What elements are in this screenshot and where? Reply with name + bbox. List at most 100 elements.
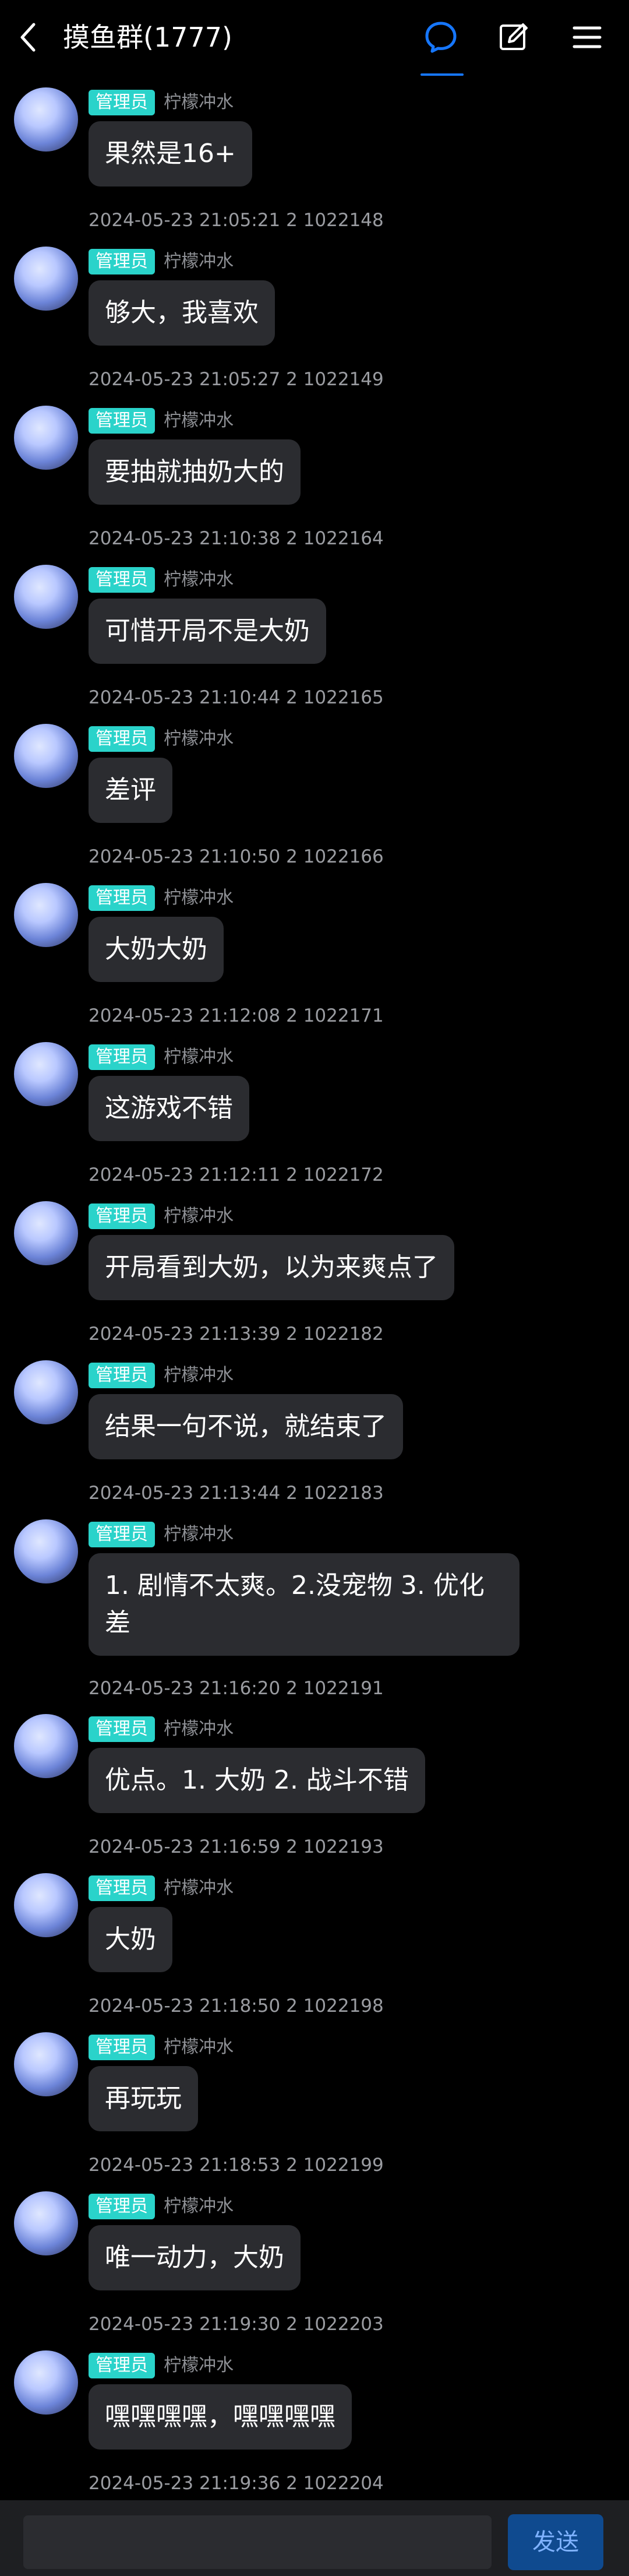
admin-badge: 管理员: [89, 1522, 155, 1547]
chat-bubble-icon[interactable]: [423, 20, 458, 55]
top-bar: 摸鱼群(1777): [0, 0, 629, 76]
message-bubble[interactable]: 开局看到大奶，以为来爽点了: [89, 1235, 454, 1300]
nickname[interactable]: 柠檬冲水: [164, 885, 234, 911]
admin-badge: 管理员: [89, 1875, 155, 1901]
message-timestamp: 2024-05-23 21:10:50 2 1022166: [89, 846, 384, 867]
message-meta: 管理员 柠檬冲水: [89, 1716, 234, 1743]
message-timestamp: 2024-05-23 21:18:50 2 1022198: [89, 1996, 384, 2017]
nickname[interactable]: 柠檬冲水: [164, 2035, 234, 2060]
message-timestamp: 2024-05-23 21:19:36 2 1022204: [89, 2473, 384, 2494]
avatar[interactable]: [14, 2032, 78, 2096]
message-timestamp: 2024-05-23 21:10:44 2 1022165: [89, 687, 384, 708]
admin-badge: 管理员: [89, 408, 155, 434]
edit-icon[interactable]: [496, 20, 531, 55]
message-bubble[interactable]: 1. 剧情不太爽。2.没宠物 3. 优化 差: [89, 1553, 520, 1656]
message-bubble[interactable]: 再玩玩: [89, 2066, 198, 2131]
message-timestamp: 2024-05-23 21:05:21 2 1022148: [89, 210, 384, 231]
nickname[interactable]: 柠檬冲水: [164, 408, 234, 434]
message-timestamp: 2024-05-23 21:12:11 2 1022172: [89, 1164, 384, 1185]
admin-badge: 管理员: [89, 2353, 155, 2378]
nickname[interactable]: 柠檬冲水: [164, 1203, 234, 1229]
message-timestamp: 2024-05-23 21:05:27 2 1022149: [89, 369, 384, 390]
admin-badge: 管理员: [89, 249, 155, 275]
message-timestamp: 2024-05-23 21:12:08 2 1022171: [89, 1005, 384, 1026]
avatar[interactable]: [14, 1714, 78, 1778]
avatar[interactable]: [14, 1519, 78, 1583]
message-bubble[interactable]: 够大，我喜欢: [89, 280, 275, 346]
admin-badge: 管理员: [89, 2194, 155, 2219]
composer-bar: 发送: [0, 2500, 629, 2576]
nickname[interactable]: 柠檬冲水: [164, 1875, 234, 1901]
message-bubble[interactable]: 这游戏不错: [89, 1076, 249, 1141]
nickname[interactable]: 柠檬冲水: [164, 1044, 234, 1070]
nickname[interactable]: 柠檬冲水: [164, 1716, 234, 1742]
message-meta: 管理员 柠檬冲水: [89, 885, 234, 912]
message-meta: 管理员 柠檬冲水: [89, 726, 234, 753]
message-timestamp: 2024-05-23 21:13:44 2 1022183: [89, 1483, 384, 1504]
message-timestamp: 2024-05-23 21:16:20 2 1022191: [89, 1678, 384, 1699]
admin-badge: 管理员: [89, 1363, 155, 1388]
message-bubble[interactable]: 优点。1. 大奶 2. 战斗不错: [89, 1748, 425, 1813]
avatar[interactable]: [14, 565, 78, 629]
avatar[interactable]: [14, 1201, 78, 1265]
nickname[interactable]: 柠檬冲水: [164, 1522, 234, 1547]
message-timestamp: 2024-05-23 21:19:30 2 1022203: [89, 2314, 384, 2335]
admin-badge: 管理员: [89, 726, 155, 752]
back-icon[interactable]: [17, 21, 41, 54]
admin-badge: 管理员: [89, 1716, 155, 1742]
nickname[interactable]: 柠檬冲水: [164, 1363, 234, 1388]
message-bubble[interactable]: 嘿嘿嘿嘿，嘿嘿嘿嘿: [89, 2384, 352, 2450]
message-timestamp: 2024-05-23 21:13:39 2 1022182: [89, 1324, 384, 1345]
message-list[interactable]: 管理员 柠檬冲水 果然是16+ 2024-05-23 21:05:21 2 10…: [0, 76, 629, 2500]
message-bubble[interactable]: 结果一句不说，就结束了: [89, 1394, 403, 1459]
nickname[interactable]: 柠檬冲水: [164, 567, 234, 593]
message-bubble[interactable]: 大奶大奶: [89, 917, 224, 982]
avatar[interactable]: [14, 2191, 78, 2255]
message-meta: 管理员 柠檬冲水: [89, 1044, 234, 1071]
nickname[interactable]: 柠檬冲水: [164, 2353, 234, 2378]
avatar[interactable]: [14, 87, 78, 152]
admin-badge: 管理员: [89, 1044, 155, 1070]
message-bubble[interactable]: 差评: [89, 758, 172, 823]
message-meta: 管理员 柠檬冲水: [89, 1875, 234, 1902]
message-meta: 管理员 柠檬冲水: [89, 1203, 234, 1230]
message-meta: 管理员 柠檬冲水: [89, 1522, 234, 1549]
nickname[interactable]: 柠檬冲水: [164, 726, 234, 752]
admin-badge: 管理员: [89, 1203, 155, 1229]
avatar[interactable]: [14, 724, 78, 788]
avatar[interactable]: [14, 247, 78, 311]
admin-badge: 管理员: [89, 567, 155, 593]
message-meta: 管理员 柠檬冲水: [89, 408, 234, 435]
message-bubble[interactable]: 要抽就抽奶大的: [89, 439, 301, 505]
message-timestamp: 2024-05-23 21:16:59 2 1022193: [89, 1836, 384, 1857]
avatar[interactable]: [14, 1360, 78, 1424]
message-meta: 管理员 柠檬冲水: [89, 2353, 234, 2380]
message-meta: 管理员 柠檬冲水: [89, 1363, 234, 1389]
nickname[interactable]: 柠檬冲水: [164, 90, 234, 115]
message-bubble[interactable]: 果然是16+: [89, 121, 252, 186]
admin-badge: 管理员: [89, 90, 155, 115]
avatar[interactable]: [14, 2350, 78, 2415]
menu-icon[interactable]: [570, 20, 605, 55]
message-meta: 管理员 柠檬冲水: [89, 249, 234, 276]
send-button[interactable]: 发送: [508, 2514, 603, 2570]
nickname[interactable]: 柠檬冲水: [164, 249, 234, 275]
message-bubble[interactable]: 大奶: [89, 1907, 172, 1972]
message-bubble[interactable]: 唯一动力，大奶: [89, 2225, 301, 2290]
avatar[interactable]: [14, 883, 78, 947]
avatar[interactable]: [14, 406, 78, 470]
page-title: 摸鱼群(1777): [63, 22, 232, 53]
avatar[interactable]: [14, 1873, 78, 1937]
message-timestamp: 2024-05-23 21:18:53 2 1022199: [89, 2155, 384, 2176]
admin-badge: 管理员: [89, 885, 155, 911]
message-timestamp: 2024-05-23 21:10:38 2 1022164: [89, 528, 384, 549]
message-input[interactable]: [23, 2515, 492, 2569]
nickname[interactable]: 柠檬冲水: [164, 2194, 234, 2219]
message-bubble[interactable]: 可惜开局不是大奶: [89, 599, 326, 664]
message-meta: 管理员 柠檬冲水: [89, 2194, 234, 2220]
message-meta: 管理员 柠檬冲水: [89, 567, 234, 594]
admin-badge: 管理员: [89, 2035, 155, 2060]
message-meta: 管理员 柠檬冲水: [89, 2035, 234, 2061]
message-meta: 管理员 柠檬冲水: [89, 90, 234, 117]
avatar[interactable]: [14, 1042, 78, 1106]
